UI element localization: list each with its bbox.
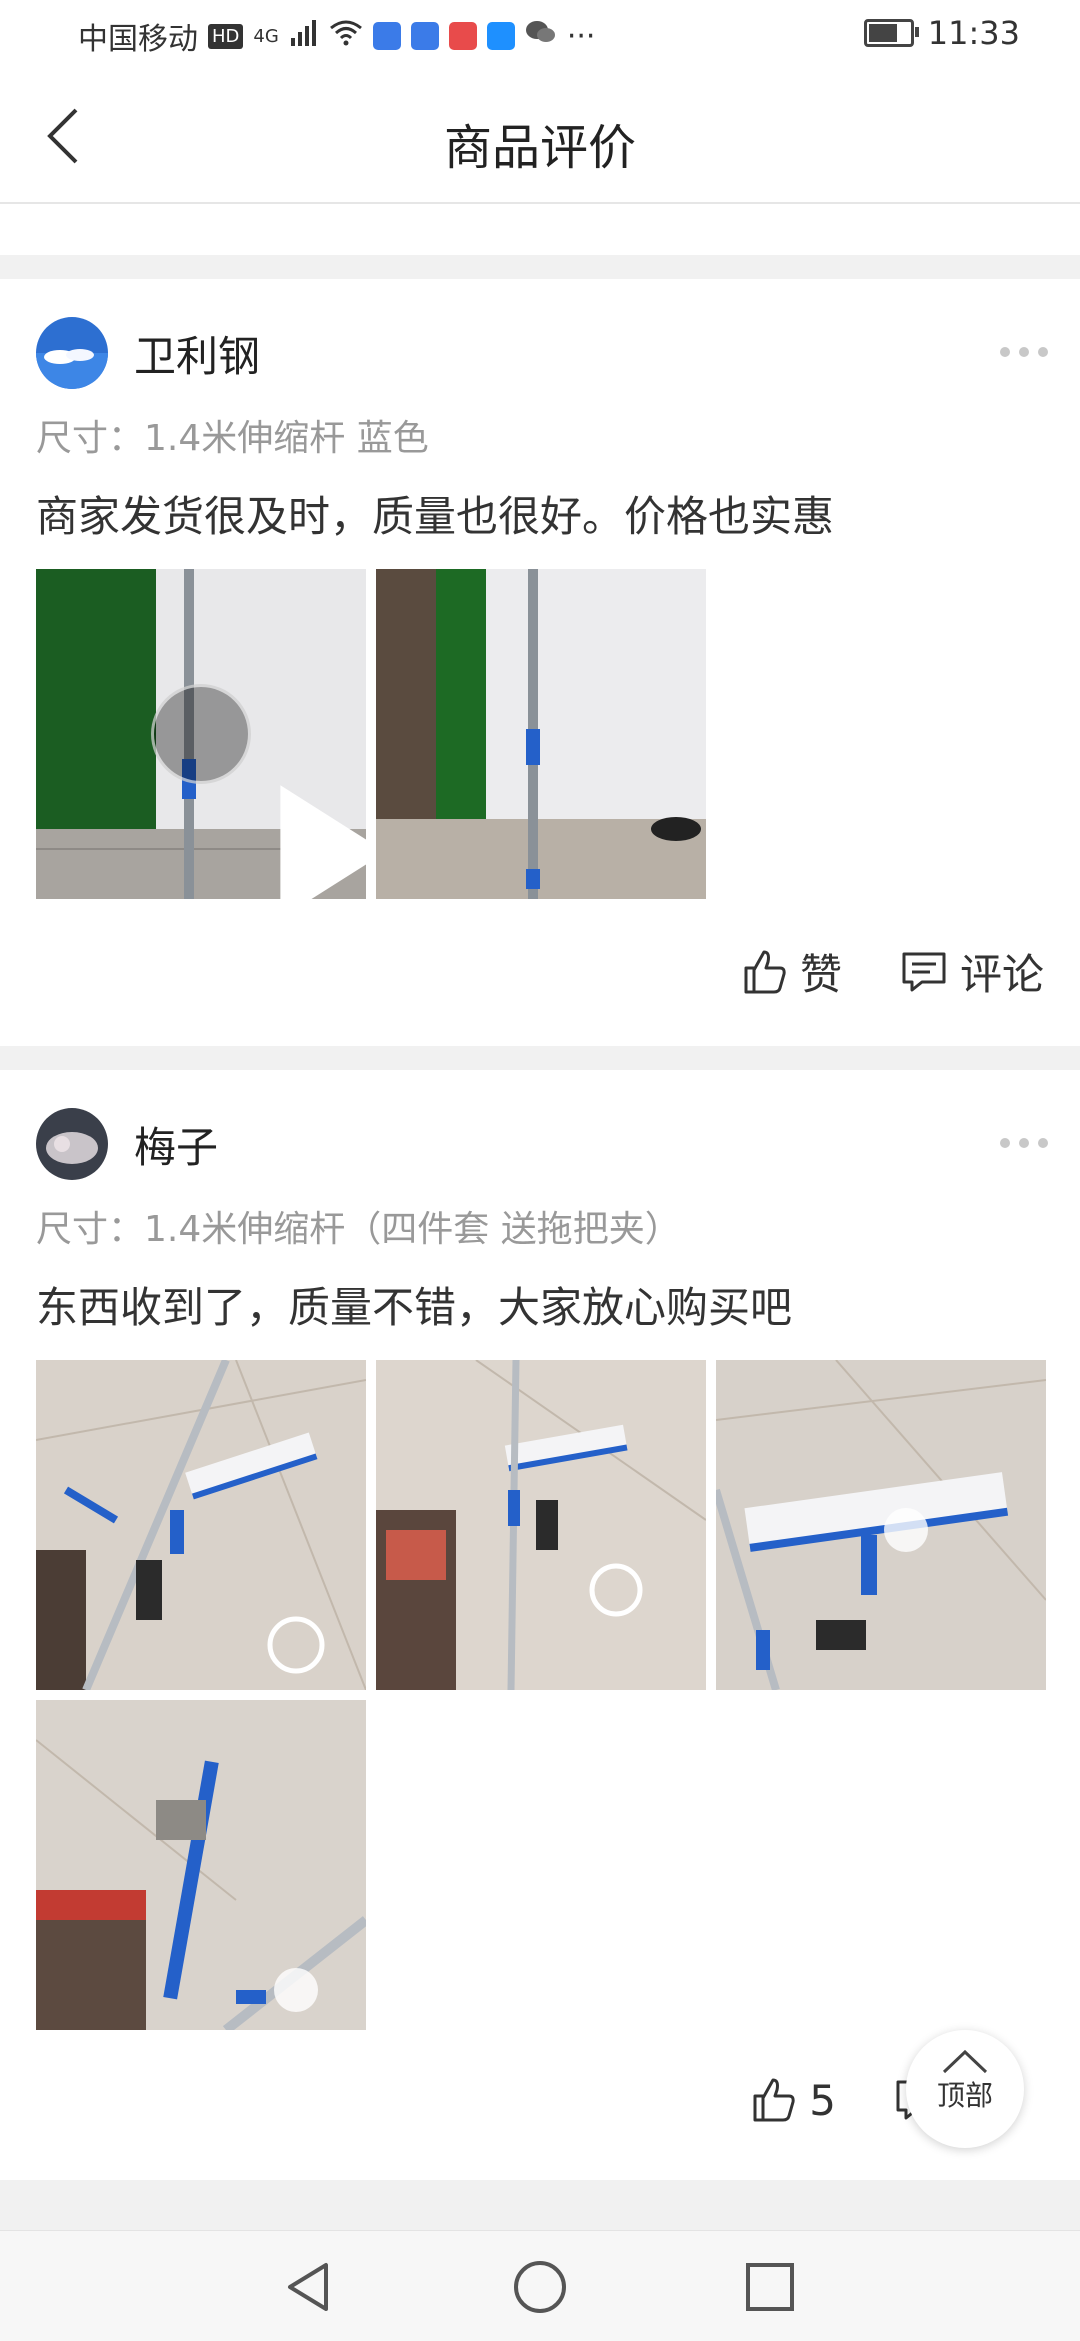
- system-navigation-bar: [0, 2230, 1080, 2341]
- app-notification-icon: [448, 22, 477, 50]
- section-divider: [0, 1046, 1080, 1070]
- network-label: 4G: [253, 25, 279, 47]
- product-spec: 尺寸：1.4米伸缩杆（四件套 送拖把夹）: [36, 1209, 681, 1250]
- play-icon[interactable]: [151, 684, 366, 899]
- signal-icon: [289, 18, 319, 54]
- review-text: 商家发货很及时，质量也很好。价格也实惠: [36, 492, 835, 541]
- back-to-top-button[interactable]: 顶部: [906, 2030, 1024, 2148]
- circle-home-icon: [514, 2261, 566, 2313]
- review-image[interactable]: [36, 1360, 366, 1690]
- clock-label: 11:33: [927, 14, 1020, 52]
- comment-label: 评论: [959, 950, 1044, 999]
- back-to-top-label: 顶部: [936, 2079, 993, 2112]
- reviewer-name[interactable]: 卫利钢: [134, 323, 260, 384]
- square-recents-icon: [746, 2263, 794, 2311]
- comment-button[interactable]: 评论: [898, 941, 1044, 1002]
- chevron-up-icon: [942, 2049, 988, 2074]
- reviewer-name[interactable]: 梅子: [134, 1114, 218, 1175]
- triangle-back-icon: [288, 2263, 328, 2311]
- battery-icon: [863, 19, 919, 47]
- avatar[interactable]: [36, 1108, 108, 1180]
- comment-icon: [902, 952, 946, 991]
- review-card: 梅子 尺寸：1.4米伸缩杆（四件套 送拖把夹） 东西收到了，质量不错，大家放心购…: [0, 1070, 1080, 2180]
- avatar[interactable]: [36, 317, 108, 389]
- like-button[interactable]: 赞: [738, 941, 842, 1002]
- like-label: 赞: [799, 950, 842, 999]
- status-right: 11:33: [863, 14, 1020, 52]
- section-divider: [0, 255, 1080, 279]
- like-count: 5: [809, 2075, 836, 2125]
- thumbs-up-icon: [744, 950, 786, 993]
- review-image[interactable]: [36, 1700, 366, 2030]
- more-notifications-label: ···: [566, 18, 596, 54]
- hd-badge: HD: [208, 23, 244, 49]
- status-left: 中国移动 HD 4G ···: [78, 14, 595, 58]
- review-video-thumbnail[interactable]: [36, 569, 366, 899]
- app-notification-icon: [410, 22, 439, 50]
- nav-home-button[interactable]: [510, 2257, 570, 2317]
- app-notification-icon: [372, 22, 401, 50]
- more-options-icon[interactable]: [1000, 347, 1048, 359]
- app-notification-icon: [486, 22, 515, 50]
- review-actions: 赞 评论: [738, 941, 1044, 1002]
- wechat-icon: [525, 18, 557, 54]
- more-options-icon[interactable]: [1000, 1138, 1048, 1150]
- wifi-icon: [329, 18, 363, 54]
- review-image[interactable]: [376, 1360, 706, 1690]
- page-title: 商品评价: [443, 120, 636, 176]
- nav-back-button[interactable]: [280, 2257, 340, 2317]
- like-button[interactable]: 5: [747, 2074, 836, 2126]
- product-spec: 尺寸：1.4米伸缩杆 蓝色: [36, 418, 429, 459]
- page-header: 商品评价: [0, 72, 1080, 204]
- carrier-label: 中国移动: [78, 22, 198, 57]
- review-card: 卫利钢 尺寸：1.4米伸缩杆 蓝色 商家发货很及时，质量也很好。价格也实惠 赞 …: [0, 279, 1080, 1046]
- section-divider: [0, 2180, 1080, 2230]
- review-text: 东西收到了，质量不错，大家放心购买吧: [36, 1283, 793, 1332]
- nav-recents-button[interactable]: [740, 2257, 800, 2317]
- thumbs-up-icon: [753, 2078, 795, 2122]
- review-image[interactable]: [716, 1360, 1046, 1690]
- review-image[interactable]: [376, 569, 706, 899]
- status-bar: 中国移动 HD 4G ··· 11:33: [0, 0, 1080, 72]
